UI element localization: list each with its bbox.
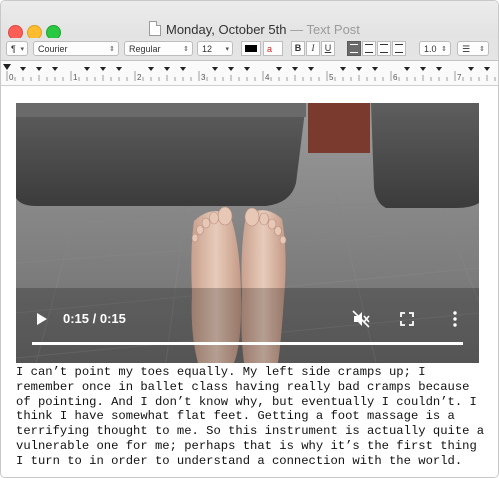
font-family-value: Courier (38, 44, 68, 54)
text-line: I turn to in order to understand a conne… (16, 453, 463, 468)
ruler-number: 0 (9, 73, 14, 82)
tab-stop-marker[interactable] (148, 67, 154, 71)
font-size-select[interactable]: 12 ▾ (197, 41, 233, 56)
chevron-down-icon: ▾ (20, 46, 24, 53)
tab-stop-marker[interactable] (340, 67, 346, 71)
tab-stop-marker[interactable] (308, 67, 314, 71)
tab-stop-marker[interactable] (436, 67, 442, 71)
document-name: Monday, October 5th (166, 22, 287, 37)
mute-icon[interactable] (351, 309, 371, 329)
ruler-number: 7 (457, 73, 462, 82)
tab-stop-marker[interactable] (228, 67, 234, 71)
paragraph-style-menu[interactable]: ¶ ▾ (6, 41, 28, 56)
ruler[interactable]: 0 1 2 3 4 5 6 7 (1, 61, 498, 86)
indent-marker[interactable] (3, 64, 11, 70)
line-spacing-select[interactable]: 1.0 ⇕ (419, 41, 451, 56)
tab-stop-marker[interactable] (244, 67, 250, 71)
ruler-number: 6 (393, 73, 398, 82)
play-icon[interactable] (31, 309, 51, 329)
text-line: I can’t point my toes equally. My left s… (16, 365, 426, 379)
tab-stop-marker[interactable] (292, 67, 298, 71)
tab-stop-marker[interactable] (164, 67, 170, 71)
tab-stop-marker[interactable] (100, 67, 106, 71)
text-color-well[interactable] (241, 41, 261, 56)
document-icon (149, 21, 161, 36)
body-text[interactable]: I can’t point my toes equally. My left s… (16, 365, 486, 469)
bullet-list-icon: ☰ (462, 44, 471, 54)
tab-stop-marker[interactable] (276, 67, 282, 71)
tab-stop-marker[interactable] (372, 67, 378, 71)
italic-button[interactable]: I (306, 41, 320, 56)
up-down-arrows-icon: ⇕ (109, 46, 115, 53)
text-line: think I have somewhat flat feet. Getting… (16, 409, 455, 424)
window-title: Monday, October 5th — Text Post (166, 22, 360, 37)
up-down-arrows-icon: ⇕ (183, 46, 189, 53)
highlight-color-well[interactable]: a (263, 41, 283, 56)
tab-stop-marker[interactable] (52, 67, 58, 71)
more-icon[interactable] (445, 309, 465, 329)
tab-stop-marker[interactable] (212, 67, 218, 71)
up-down-arrows-icon: ⇕ (441, 46, 447, 53)
tab-stop-marker[interactable] (420, 67, 426, 71)
tab-stop-marker[interactable] (404, 67, 410, 71)
font-style-select[interactable]: Regular ⇕ (124, 41, 193, 56)
align-center-icon (365, 44, 373, 53)
text-line: of pointing. And I don’t know why, but e… (16, 394, 477, 409)
text-line: remember once in ballet class having rea… (16, 379, 470, 394)
align-right-button[interactable] (377, 41, 391, 56)
video-time: 0:15 / 0:15 (63, 311, 126, 326)
font-family-select[interactable]: Courier ⇕ (33, 41, 119, 56)
no-color-icon: a (267, 44, 273, 54)
align-left-icon (350, 44, 358, 53)
tab-stop-marker[interactable] (20, 67, 26, 71)
list-style-menu[interactable]: ☰ ⇕ (457, 41, 489, 56)
line-spacing-value: 1.0 (424, 44, 437, 54)
video-progress-fill (32, 342, 463, 345)
up-down-arrows-icon: ⇕ (479, 46, 485, 53)
paragraph-style-label: ¶ (11, 44, 16, 54)
tab-stop-marker[interactable] (180, 67, 186, 71)
align-left-button[interactable] (347, 41, 361, 56)
ruler-number: 1 (73, 73, 78, 82)
tab-stop-marker[interactable] (116, 67, 122, 71)
embedded-video[interactable]: 0:15 / 0:15 (16, 103, 479, 363)
font-size-value: 12 (202, 44, 213, 54)
align-right-icon (380, 44, 388, 53)
ruler-number: 5 (329, 73, 334, 82)
text-line: vulnerable one for me; perhaps that is w… (16, 438, 477, 453)
fullscreen-icon[interactable] (397, 309, 417, 329)
document-body[interactable]: 0:15 / 0:15 I can’t point my toes equall… (1, 86, 498, 477)
tab-stop-marker[interactable] (484, 67, 490, 71)
chevron-down-icon: ▾ (225, 46, 229, 53)
justify-button[interactable] (392, 41, 406, 56)
tab-stop-marker[interactable] (356, 67, 362, 71)
justify-icon (395, 44, 403, 53)
title-bar[interactable]: Monday, October 5th — Text Post (1, 1, 498, 40)
bold-button[interactable]: B (291, 41, 305, 56)
underline-button[interactable]: U (321, 41, 335, 56)
tab-stop-marker[interactable] (36, 67, 42, 71)
font-style-value: Regular (129, 44, 161, 54)
tab-stop-marker[interactable] (84, 67, 90, 71)
text-color-fill (245, 45, 257, 52)
ruler-number: 4 (265, 73, 270, 82)
ruler-number: 3 (201, 73, 206, 82)
align-center-button[interactable] (362, 41, 376, 56)
text-line: terrifying thought to me. So this instru… (16, 424, 485, 439)
format-toolbar: ¶ ▾ Courier ⇕ Regular ⇕ 12 ▾ a B I U 1.0 (1, 38, 498, 61)
textedit-window: Monday, October 5th — Text Post ¶ ▾ Cour… (0, 0, 499, 478)
video-progress-bar[interactable] (32, 342, 463, 345)
document-subtitle: — Text Post (290, 22, 360, 37)
ruler-number: 2 (137, 73, 142, 82)
tab-stop-marker[interactable] (468, 67, 474, 71)
